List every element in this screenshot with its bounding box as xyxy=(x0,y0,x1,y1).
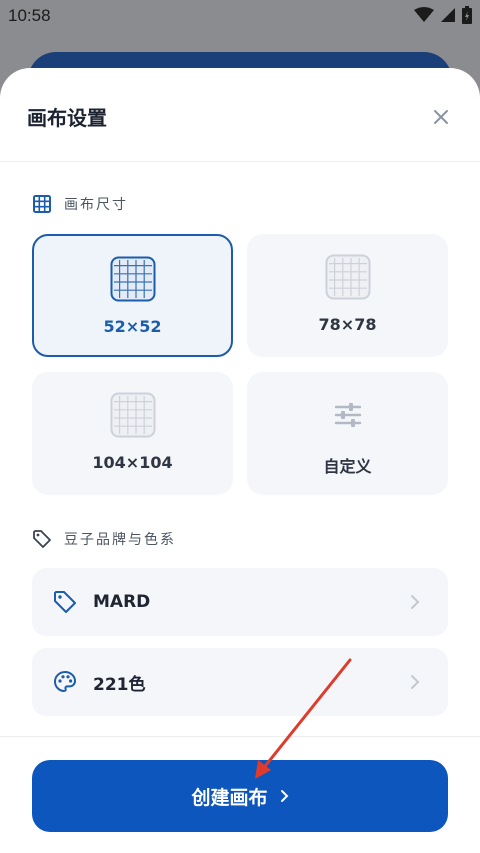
grid-icon xyxy=(109,255,157,303)
size-option-label: 78×78 xyxy=(318,315,377,334)
palette-selector[interactable]: 221色 xyxy=(32,648,448,716)
canvas-size-section-header: 画布尺寸 xyxy=(32,194,128,214)
chevron-right-icon xyxy=(280,790,288,802)
chevron-right-icon xyxy=(411,675,420,689)
create-canvas-label: 创建画布 xyxy=(191,786,268,809)
grid-icon xyxy=(33,195,51,213)
footer-divider xyxy=(0,736,480,737)
grid-icon xyxy=(324,253,372,301)
brand-value: MARD xyxy=(93,592,151,612)
sheet-title: 画布设置 xyxy=(27,106,107,130)
bead-brand-section-header: 豆子品牌与色系 xyxy=(32,529,176,549)
sliders-icon xyxy=(324,391,372,439)
size-option-78[interactable]: 78×78 xyxy=(247,234,448,357)
brand-selector[interactable]: MARD xyxy=(32,568,448,636)
tag-icon xyxy=(52,589,78,615)
close-button[interactable] xyxy=(428,104,454,130)
size-option-104[interactable]: 104×104 xyxy=(32,372,233,495)
chevron-right-icon xyxy=(411,595,420,609)
size-option-label: 104×104 xyxy=(92,453,173,472)
close-icon xyxy=(434,110,448,124)
signal-icon xyxy=(441,8,455,22)
bead-brand-label: 豆子品牌与色系 xyxy=(64,532,176,548)
size-option-custom[interactable]: 自定义 xyxy=(247,372,448,495)
status-icons xyxy=(414,6,472,24)
status-bar: 10:58 xyxy=(0,0,480,32)
create-canvas-button[interactable]: 创建画布 xyxy=(32,760,448,832)
header-divider xyxy=(0,161,480,162)
wifi-icon xyxy=(414,7,434,22)
battery-icon xyxy=(462,6,472,24)
size-option-label: 52×52 xyxy=(103,317,162,336)
palette-value: 221色 xyxy=(93,674,146,695)
canvas-size-label: 画布尺寸 xyxy=(64,197,128,213)
size-option-label: 自定义 xyxy=(323,457,372,476)
size-option-52[interactable]: 52×52 xyxy=(32,234,233,357)
tag-icon xyxy=(33,530,51,548)
canvas-settings-sheet: 画布设置 画布尺寸 52×52 78×78 104×104 自定义 豆子品牌与色… xyxy=(0,68,480,853)
status-time: 10:58 xyxy=(8,6,51,25)
grid-icon xyxy=(109,391,157,439)
palette-icon xyxy=(52,669,78,695)
